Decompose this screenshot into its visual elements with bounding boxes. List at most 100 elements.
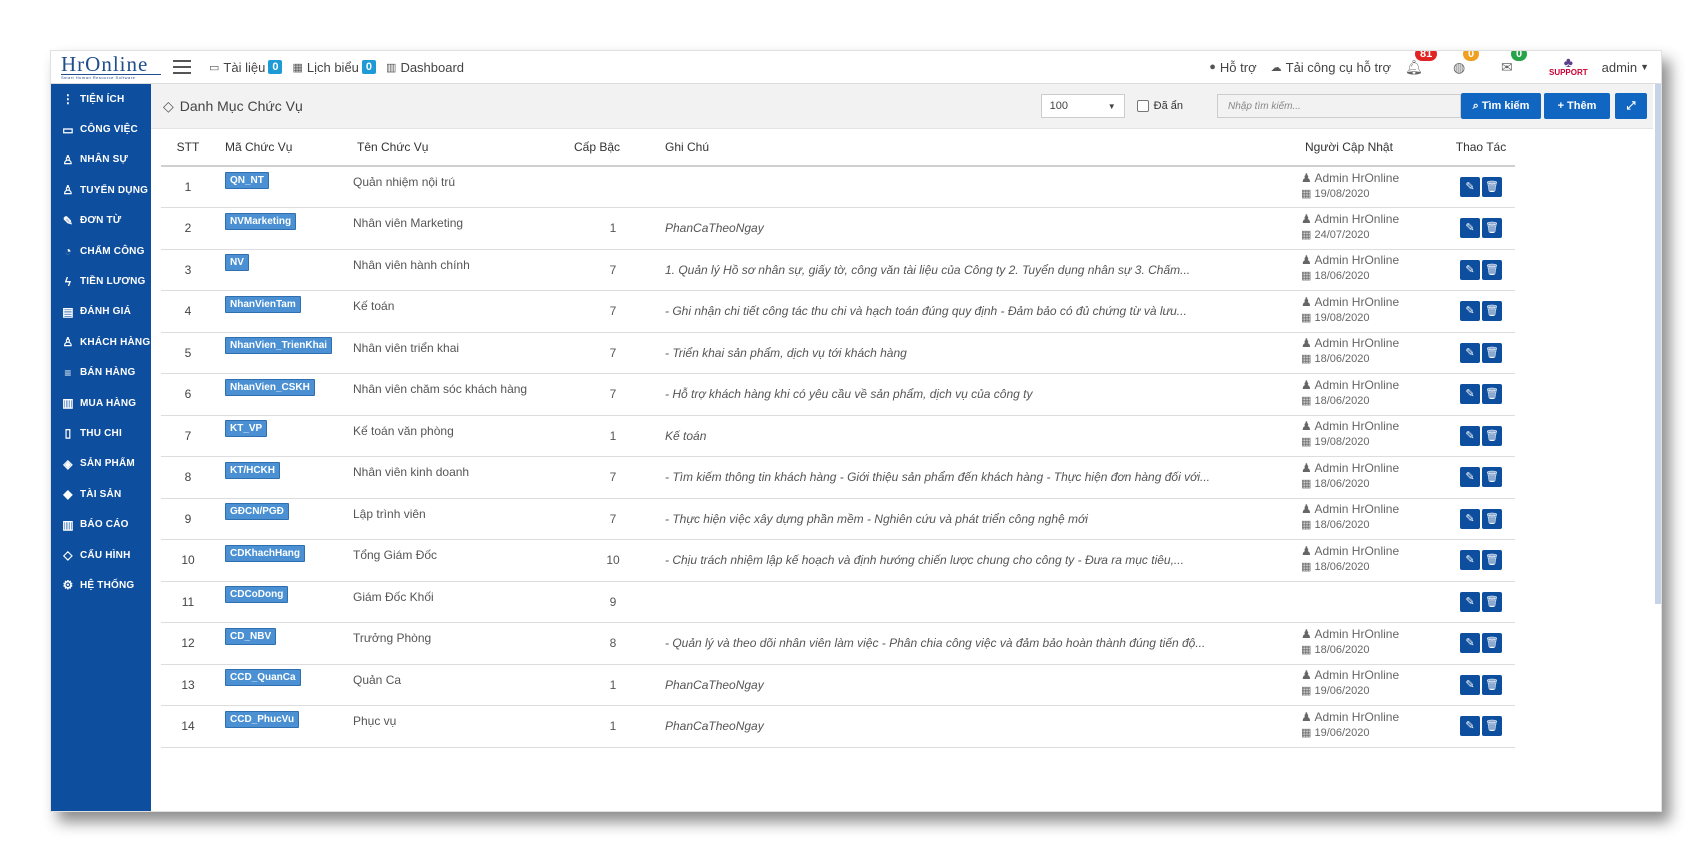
add-button-label: Thêm — [1567, 100, 1597, 112]
sidebar-item-cong-viec[interactable]: ▭ CÔNG VIỆC — [51, 114, 151, 144]
sidebar-item-danh-gia[interactable]: ▤ ĐÁNH GIÁ — [51, 297, 151, 327]
delete-button[interactable]: 🗑︎ — [1482, 467, 1502, 488]
scrollbar[interactable] — [1655, 84, 1661, 604]
edit-button[interactable]: ✎ — [1460, 384, 1480, 405]
user-menu[interactable]: admin ▼ — [1602, 60, 1649, 75]
table-row[interactable]: 7 KT_VP Kế toán văn phòng 1 Kế toán ♟ Admin H… — [161, 415, 1515, 457]
sidebar-item-don-tu[interactable]: ✎ ĐƠN TỪ — [51, 206, 151, 236]
delete-button[interactable]: 🗑︎ — [1482, 218, 1502, 239]
edit-button[interactable]: ✎ — [1460, 633, 1480, 654]
dashboard-link[interactable]: ▥ Dashboard — [386, 60, 464, 75]
table-row[interactable]: 1 QN_NT Quản nhiệm nội trú ♟ Admin HrOnline… — [161, 166, 1515, 208]
table-row[interactable]: 5 NhanVien_TrienKhai Nhân viên triển khai 7… — [161, 332, 1515, 374]
list-icon: ≡ — [64, 365, 72, 380]
delete-button[interactable]: 🗑︎ — [1482, 259, 1502, 280]
menu-toggle-icon[interactable] — [173, 60, 191, 74]
app-window: HrOnline Smart Human Resource Software ▭… — [50, 50, 1662, 812]
delete-button[interactable]: 🗑︎ — [1482, 177, 1502, 197]
delete-button[interactable]: 🗑︎ — [1482, 633, 1502, 654]
table-row[interactable]: 2 NVMarketing Nhân viên Marketing 1 PhanCaTh… — [161, 207, 1515, 250]
delete-button[interactable]: 🗑︎ — [1482, 384, 1502, 405]
table-row[interactable]: 10 CDKhachHang Tổng Giám Đốc 10- Chịu trách… — [161, 539, 1515, 582]
calendar-link[interactable]: ▦ Lịch biểu 0 — [292, 60, 377, 75]
delete-button[interactable]: 🗑︎ — [1482, 342, 1502, 363]
table-row[interactable]: 12 CD_NBV Trưởng Phòng 8- Quản lý và theo d… — [161, 622, 1515, 665]
support-logo[interactable]: ♣ SUPPORT — [1549, 55, 1588, 77]
delete-button[interactable]: 🗑︎ — [1482, 550, 1502, 571]
sidebar-item-bao-cao[interactable]: ▥ BÁO CÁO — [51, 509, 151, 539]
col-level[interactable]: Cấp Bậc — [573, 129, 653, 167]
row-stt: 13 — [161, 664, 215, 706]
sidebar-item-tai-san[interactable]: ◆ TÀI SẢN — [51, 479, 151, 509]
edit-button[interactable]: ✎ — [1460, 259, 1480, 280]
edit-button[interactable]: ✎ — [1460, 342, 1480, 363]
position-code-badge: NhanVien_CSKH — [225, 378, 315, 396]
col-updated-by[interactable]: Người Cập Nhật — [1295, 129, 1447, 167]
delete-button[interactable]: 🗑︎ — [1482, 508, 1502, 529]
main-content: ◇ Danh Mục Chức Vụ 100 ▼ Đã ẩn Nhập tìm … — [151, 84, 1653, 811]
edit-button[interactable]: ✎ — [1460, 425, 1480, 446]
calendar-icon: ▦ — [1301, 436, 1312, 449]
sidebar-item-tien-ich[interactable]: ⋮ TIỆN ÍCH — [51, 84, 151, 114]
sidebar-item-tien-luong[interactable]: ϟ TIỀN LƯƠNG — [51, 266, 151, 296]
table-row[interactable]: 13 CCD_QuanCa Quản Ca 1 PhanCaTheoNgay ♟ Admi… — [161, 664, 1515, 706]
logo[interactable]: HrOnline Smart Human Resource Software — [51, 51, 161, 83]
page-size-select[interactable]: 100 ▼ — [1040, 94, 1125, 118]
table-row[interactable]: 11 CDCoDong Giám Đốc Khối 9 ✎ 🗑︎ — [161, 581, 1515, 623]
sidebar-item-nhan-su[interactable]: ♙ NHÂN SỰ — [51, 145, 151, 175]
sidebar-item-khach-hang[interactable]: ♙ KHÁCH HÀNG — [51, 327, 151, 357]
table-row[interactable]: 8 KT/HCKH Nhân viên kinh doanh 7- Tìm kiếm … — [161, 456, 1515, 499]
col-code[interactable]: Mã Chức Vụ — [215, 129, 347, 167]
edit-button[interactable]: ✎ — [1460, 177, 1480, 197]
col-name[interactable]: Tên Chức Vụ — [347, 129, 573, 167]
documents-link[interactable]: ▭ Tài liệu 0 — [209, 59, 283, 75]
help-link[interactable]: ● Hỗ trợ — [1209, 60, 1256, 75]
edit-button[interactable]: ✎ — [1460, 674, 1480, 695]
table-row[interactable]: 3 NV Nhân viên hành chính 7 1. Quản lý Hồ sơ… — [161, 249, 1515, 291]
table-row[interactable]: 6 NhanVien_CSKH Nhân viên chăm sóc khách h… — [161, 373, 1515, 416]
edit-button[interactable]: ✎ — [1460, 508, 1480, 529]
delete-button[interactable]: 🗑︎ — [1482, 425, 1502, 446]
edit-button[interactable]: ✎ — [1460, 591, 1480, 612]
delete-button[interactable]: 🗑︎ — [1482, 591, 1502, 612]
trash-icon: 🗑︎ — [1485, 346, 1499, 359]
edit-button[interactable]: ✎ — [1460, 467, 1480, 488]
col-note[interactable]: Ghi Chú — [653, 129, 1295, 167]
col-stt[interactable]: STT — [161, 129, 215, 167]
position-code-badge: NhanVienTam — [225, 295, 301, 313]
sidebar-item-san-pham[interactable]: ◈ SẢN PHẨM — [51, 449, 151, 479]
position-level: 8 — [573, 622, 653, 665]
table-row[interactable]: 4 NhanVienTam Kế toán 7- Ghi nhận chi tiết … — [161, 290, 1515, 333]
pencil-icon: ✎ — [1465, 305, 1475, 318]
table-row[interactable]: 9 GĐCN/PGĐ Lập trình viên 7- Thực hiện việc… — [161, 498, 1515, 540]
download-tools-link[interactable]: ☁ Tải công cụ hỗ trợ — [1271, 60, 1391, 75]
documents-label: Tài liệu — [223, 59, 266, 75]
sidebar-item-he-thong[interactable]: ⚙ HỆ THỐNG — [51, 570, 151, 600]
add-button[interactable]: + Thêm — [1544, 93, 1610, 119]
sidebar-item-tuyen-dung[interactable]: ♙ TUYỂN DỤNG — [51, 175, 151, 205]
delete-button[interactable]: 🗑︎ — [1482, 674, 1502, 695]
position-note: 1. Quản lý Hồ sơ nhân sự, giấy tờ, công … — [653, 249, 1295, 291]
edit-button[interactable]: ✎ — [1460, 301, 1480, 322]
sidebar-item-thu-chi[interactable]: ▯ THU CHI — [51, 418, 151, 448]
globe-notifications[interactable]: ◍ 0 — [1453, 51, 1487, 76]
table-row[interactable]: 14 CCD_PhucVu Phục vụ 1 PhanCaTheoNgay ♟ Admi… — [161, 705, 1515, 748]
search-input[interactable]: Nhập tìm kiếm... — [1217, 94, 1461, 118]
sidebar-item-cau-hinh[interactable]: ◇ CẤU HÌNH — [51, 540, 151, 570]
sidebar-item-cham-cong[interactable]: ◔ CHẤM CÔNG — [51, 236, 151, 266]
delete-button[interactable]: 🗑︎ — [1482, 301, 1502, 322]
message-notifications[interactable]: ✉ 0 — [1501, 51, 1535, 76]
search-button[interactable]: ⌕ Tìm kiếm — [1461, 93, 1541, 119]
hidden-filter-checkbox[interactable]: Đã ẩn — [1136, 100, 1183, 112]
notifications-bell[interactable]: 🔔︎ 81 — [1405, 51, 1439, 76]
position-level: 10 — [573, 539, 653, 582]
delete-button[interactable]: 🗑︎ — [1482, 716, 1502, 737]
sidebar-item-mua-hang[interactable]: ▥ MUA HÀNG — [51, 388, 151, 418]
edit-button[interactable]: ✎ — [1460, 716, 1480, 737]
sidebar-item-ban-hang[interactable]: ≡ BÁN HÀNG — [51, 358, 151, 388]
checkbox-box[interactable] — [1136, 100, 1149, 112]
pencil-icon: ✎ — [1465, 595, 1475, 608]
edit-button[interactable]: ✎ — [1460, 218, 1480, 239]
edit-button[interactable]: ✎ — [1460, 550, 1480, 571]
fullscreen-button[interactable]: ⤢ — [1615, 93, 1647, 119]
